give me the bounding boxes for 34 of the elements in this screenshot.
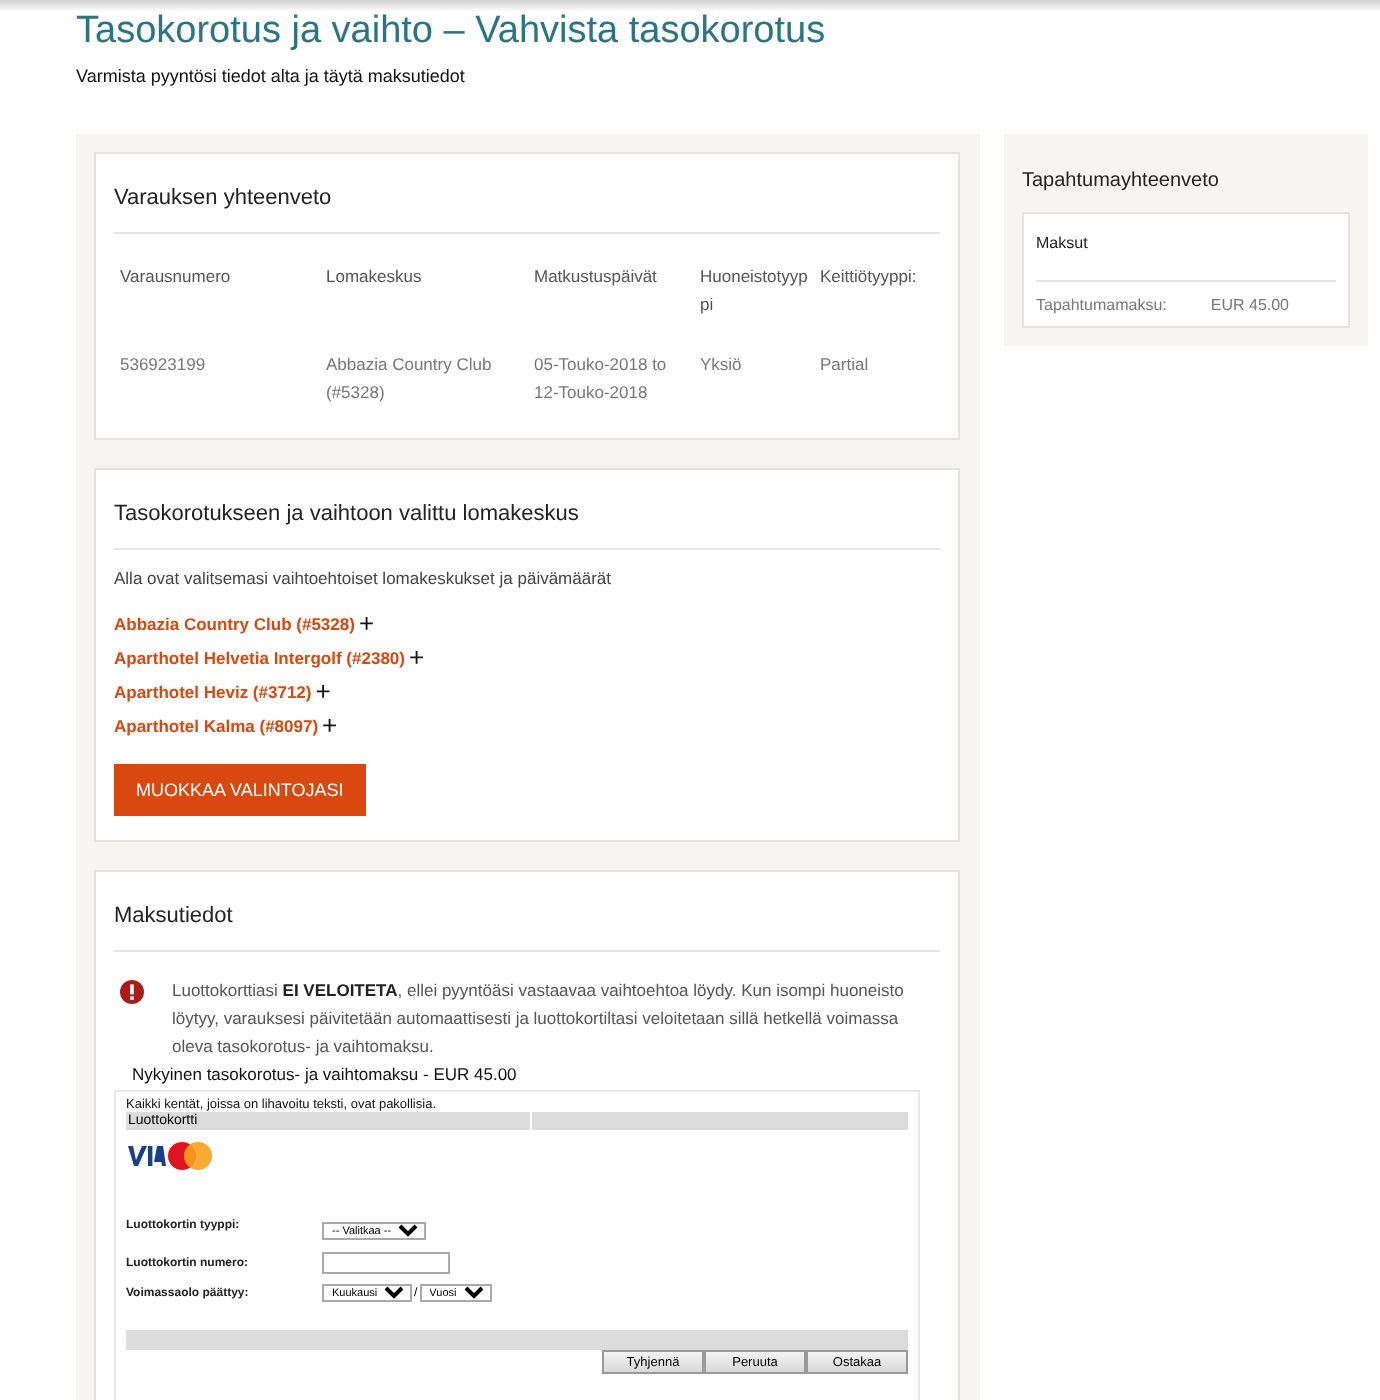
column-header: Matkustuspäivät — [534, 264, 659, 290]
card-title: Maksutiedot — [114, 872, 940, 952]
column-header: Lomakeskus — [326, 264, 424, 290]
expand-toggle[interactable]: + — [322, 713, 338, 737]
expand-toggle[interactable]: + — [315, 679, 331, 703]
table-cell-text: Abbazia Country Club (#5328) — [326, 352, 494, 406]
warning-icon — [120, 980, 144, 1004]
resort-link[interactable]: Aparthotel Kalma (#8097) — [114, 715, 319, 735]
table-cell-text: Yksiö — [700, 352, 744, 378]
expand-toggle[interactable]: + — [358, 611, 375, 635]
resort-link[interactable]: Aparthotel Heviz (#3712) — [114, 681, 312, 701]
page-title: Tasokorotus ja vaihto – Vahvista tasokorotus — [76, 12, 828, 52]
page-subtitle: Varmista pyyntösi tiedot alta ja täytä maksutiedot — [76, 66, 467, 86]
card-logos-icon — [126, 1136, 214, 1172]
edit-choices-button[interactable]: MUOKKAA VALINTOJASI — [114, 764, 366, 816]
table-cell-text: Partial — [820, 352, 871, 378]
card-number-field[interactable] — [322, 1252, 450, 1274]
expand-toggle[interactable]: + — [408, 645, 425, 669]
card-title: Varauksen yhteenveto — [114, 154, 940, 234]
column-header: Keittiötyyppi: — [820, 264, 919, 290]
card-title: Maksut — [1036, 234, 1336, 282]
fee-value: EUR 45.00 — [1210, 296, 1290, 314]
intro-text: Alla ovat valitsemasi vaihtoehtoiset lomakeskukset ja päivämäärät — [114, 568, 614, 588]
fee-text: Nykyinen tasokorotus- ja vaihtomaksu - EUR 45.00 — [132, 1064, 519, 1084]
column-header: Varausnumero — [120, 264, 233, 290]
fee-label: Tapahtumamaksu: — [1036, 296, 1167, 314]
column-header: Huoneistotyyppi — [700, 264, 810, 318]
card-title: Tasokorotukseen ja vaihtoon valittu lomakeskus — [114, 470, 940, 550]
table-cell-text: 536923199 — [120, 352, 208, 378]
resort-link[interactable]: Abbazia Country Club (#5328) — [114, 613, 355, 633]
table-cell-text: 05-Touko-2018 to 12-Touko-2018 — [534, 352, 669, 406]
panel-title: Tapahtumayhteenveto — [1022, 168, 1221, 196]
notice-text: Luottokorttiasi EI VELOITETA, ellei pyyntöäsi vastaavaa vaihtoehtoa löydy. Kun isompi huoneisto löytyy, varauksesi päivitetään automaattisesti ja luottokortiltasi veloitetaan sillä hetkellä voimassa oleva tasokorotus- ja vaihtomaksu. — [172, 978, 906, 1060]
resort-link[interactable]: Aparthotel Helvetia Intergolf (#2380) — [114, 647, 405, 667]
